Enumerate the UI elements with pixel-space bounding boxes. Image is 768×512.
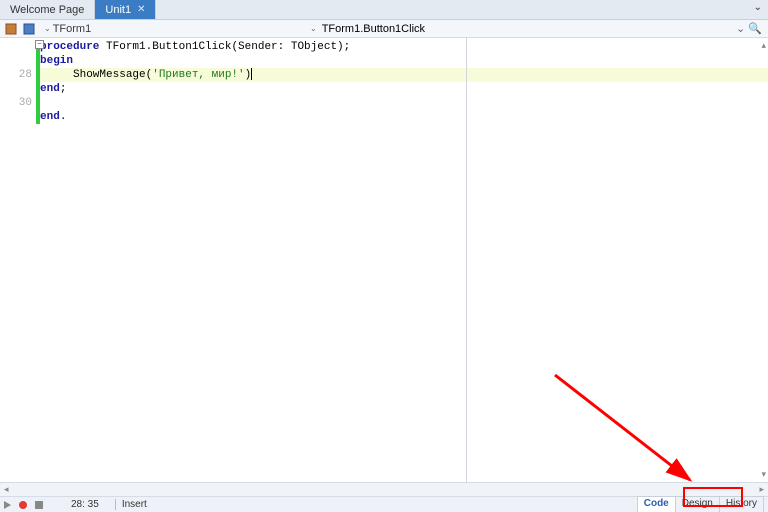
- keyword: end: [40, 83, 60, 95]
- fold-icon[interactable]: −: [35, 40, 44, 49]
- status-bar: 28: 35 Insert Code Design History: [0, 496, 768, 512]
- code-editor[interactable]: 28 30 −procedure TForm1.Button1Click(Sen…: [0, 38, 768, 482]
- tab-label: History: [726, 498, 757, 509]
- gutter: 28 30: [0, 38, 36, 482]
- navigation-bar: ⌄TForm1 ⌄ TForm1.Button1Click ⌄ 🔍: [0, 20, 768, 38]
- class-name: TForm1: [53, 23, 92, 35]
- tab-unit1[interactable]: Unit1 ✕: [95, 0, 156, 19]
- chevron-down-icon[interactable]: ⌄: [754, 2, 762, 13]
- chevron-down-icon[interactable]: ⌄: [310, 24, 317, 33]
- view-tab-code[interactable]: Code: [637, 496, 676, 512]
- code-text: ): [245, 69, 252, 81]
- scroll-up-icon[interactable]: ▴: [761, 40, 766, 51]
- scroll-down-icon[interactable]: ▾: [761, 469, 766, 480]
- code-text: ShowMessage(: [40, 69, 152, 81]
- method-name: TForm1.Button1Click: [322, 23, 425, 35]
- document-tabbar: Welcome Page Unit1 ✕ ⌄: [0, 0, 768, 20]
- splitter[interactable]: [466, 38, 467, 482]
- record-icon[interactable]: [19, 501, 27, 509]
- tab-label: Welcome Page: [10, 4, 84, 16]
- current-line: ShowMessage('Привет, мир!'): [40, 68, 768, 82]
- view-tab-history[interactable]: History: [719, 496, 764, 512]
- code-text: ;: [60, 83, 67, 95]
- text-cursor: [251, 68, 252, 80]
- class-icon[interactable]: [22, 22, 36, 36]
- close-icon[interactable]: ✕: [137, 4, 145, 15]
- insert-mode: Insert: [115, 499, 147, 510]
- tab-label: Design: [682, 498, 713, 509]
- string-literal: 'Привет, мир!': [152, 69, 244, 81]
- code-content[interactable]: −procedure TForm1.Button1Click(Sender: T…: [40, 38, 768, 482]
- tab-label: Code: [644, 498, 669, 509]
- keyword: end: [40, 111, 60, 123]
- stop-icon[interactable]: [35, 501, 43, 509]
- tab-welcome-page[interactable]: Welcome Page: [0, 0, 95, 19]
- code-text: .: [60, 111, 67, 123]
- scroll-left-icon[interactable]: ◂: [4, 484, 9, 495]
- unit-icon[interactable]: [4, 22, 18, 36]
- view-tabs: Code Design History: [638, 496, 764, 512]
- cursor-position: 28: 35: [71, 499, 99, 510]
- keyword: procedure: [40, 41, 99, 53]
- code-text: TForm1.Button1Click(Sender: TObject);: [99, 41, 350, 53]
- class-selector[interactable]: ⌄TForm1: [40, 23, 95, 35]
- scroll-right-icon[interactable]: ▸: [759, 484, 764, 495]
- view-tab-design[interactable]: Design: [675, 496, 720, 512]
- keyword: begin: [40, 55, 73, 67]
- line-number: 30: [0, 96, 32, 110]
- line-number: 28: [0, 68, 32, 82]
- chevron-down-icon: ⌄: [44, 24, 51, 33]
- search-icon[interactable]: ⌄ 🔍: [736, 22, 762, 35]
- play-icon[interactable]: [4, 501, 11, 509]
- tab-label: Unit1: [105, 4, 131, 16]
- horizontal-scrollbar[interactable]: ◂ ▸: [0, 482, 768, 496]
